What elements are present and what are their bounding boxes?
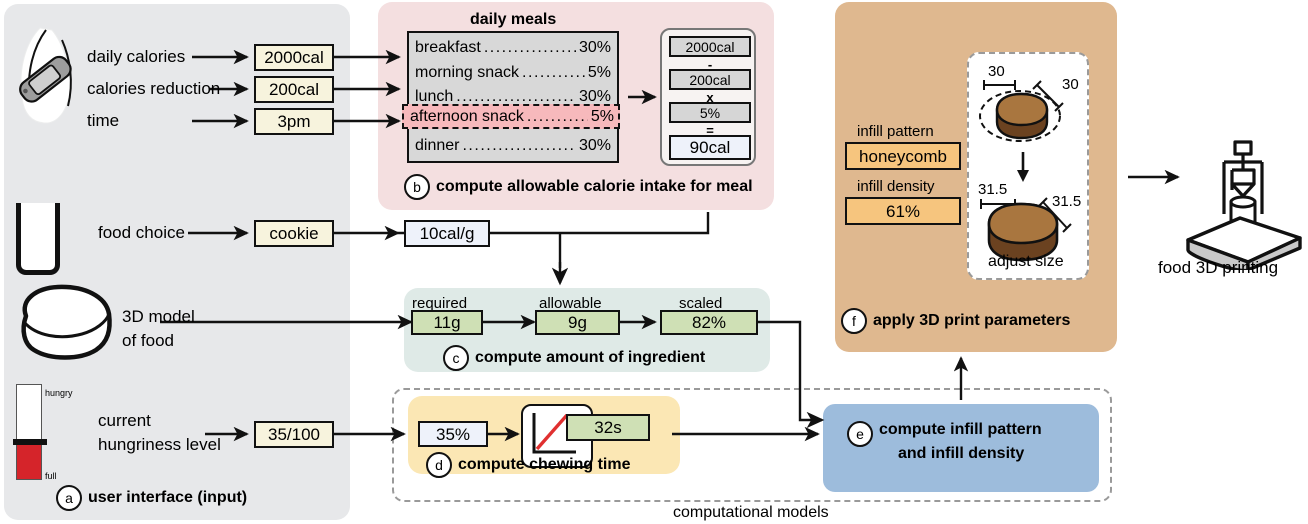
calc-operand-2: 200cal	[669, 69, 751, 90]
calc-operand-1: 2000cal	[669, 36, 751, 57]
tag-caption-c: compute amount of ingredient	[475, 349, 706, 366]
list-item: dinner ................................ …	[415, 134, 611, 159]
hungriness-knob[interactable]	[13, 439, 47, 445]
caption-adjust-size: adjust size	[988, 253, 1064, 270]
input-calories-reduction[interactable]: 200cal	[254, 76, 334, 103]
label-time: time	[87, 111, 120, 130]
value-infill-pattern[interactable]: honeycomb	[845, 142, 961, 170]
tag-caption-a: user interface (input)	[88, 489, 248, 506]
meal-percent: 5%	[587, 63, 611, 81]
input-hungriness-level[interactable]: 35/100	[254, 421, 334, 448]
tag-panel-c: c compute amount of ingredient	[443, 345, 705, 371]
cup-outline	[16, 203, 60, 275]
list-item: morning snack ..........................…	[415, 61, 611, 86]
dim-before-width: 30	[988, 63, 1005, 80]
tag-panel-a: a user interface (input)	[56, 485, 247, 511]
dot-leader: ................................	[522, 63, 585, 81]
value-chewing-time[interactable]: 32s	[566, 414, 650, 441]
label-hungriness-line1: current	[98, 411, 151, 430]
label-computational-models: computational models	[673, 504, 829, 521]
highlighted-meal-content: afternoon snack ........................…	[410, 105, 614, 128]
list-item: breakfast ..............................…	[415, 36, 611, 61]
hungriness-fill	[17, 445, 41, 479]
meal-name: afternoon snack	[410, 107, 524, 125]
tag-panel-f: f apply 3D print parameters	[841, 308, 1070, 334]
input-daily-calories[interactable]: 2000cal	[254, 44, 334, 71]
tag-letter-f: f	[841, 308, 867, 334]
dim-after-width: 31.5	[978, 181, 1008, 198]
meal-percent: 30%	[578, 39, 611, 56]
input-food-choice[interactable]: cookie	[254, 220, 334, 247]
label-infill-pattern: infill pattern	[857, 123, 934, 140]
tag-letter-a: a	[56, 485, 82, 511]
tag-letter-b: b	[404, 174, 430, 200]
dim-before-depth: 30	[1062, 76, 1079, 93]
label-calories-reduction: calories reduction	[87, 79, 221, 98]
value-hunger-percent[interactable]: 35%	[418, 421, 488, 447]
meal-percent: 5%	[590, 107, 614, 125]
label-3d-model-line2: of food	[122, 331, 174, 350]
input-time[interactable]: 3pm	[254, 108, 334, 135]
label-food-choice: food choice	[98, 223, 185, 242]
tag-caption-f: apply 3D print parameters	[873, 312, 1071, 329]
tag-panel-b: b compute allowable calorie intake for m…	[404, 174, 753, 200]
label-daily-calories: daily calories	[87, 47, 186, 66]
calc-operand-3: 5%	[669, 102, 751, 123]
tag-caption-e-line1: compute infill pattern	[879, 421, 1042, 438]
smartwatch-icon	[19, 27, 72, 124]
label-hungriness-line2: hungriness level	[98, 435, 221, 454]
label-infill-density: infill density	[857, 178, 935, 195]
food-cup-icon	[16, 203, 60, 275]
dot-leader: ................................	[462, 137, 576, 154]
meal-name: breakfast	[415, 39, 481, 56]
energy-density-box: 10cal/g	[404, 220, 490, 247]
meal-name: morning snack	[415, 63, 520, 81]
caption-food-3d-printing: food 3D printing	[1158, 258, 1279, 277]
meal-percent: 30%	[578, 137, 611, 154]
tag-panel-d: d compute chewing time	[426, 452, 630, 478]
label-3d-model-line1: 3D model	[122, 307, 195, 326]
dot-leader: ................................	[483, 39, 576, 56]
tag-caption-d: compute chewing time	[458, 456, 631, 473]
value-required[interactable]: 11g	[411, 310, 483, 335]
calc-result: 90cal	[669, 135, 751, 160]
value-allowable[interactable]: 9g	[535, 310, 620, 335]
tag-letter-c: c	[443, 345, 469, 371]
value-scaled[interactable]: 82%	[660, 310, 758, 335]
diagram-canvas: daily calories calories reduction time 2…	[0, 0, 1308, 524]
daily-meals-list: breakfast ..............................…	[407, 31, 619, 163]
calorie-calculator: 2000cal - 200cal x 5% = 90cal	[660, 28, 756, 166]
dim-after-depth: 31.5	[1052, 193, 1082, 210]
tag-letter-e: e	[847, 421, 873, 447]
label-full: full	[45, 471, 57, 481]
meal-name: dinner	[415, 137, 460, 154]
heading-daily-meals: daily meals	[470, 11, 557, 28]
tag-caption-b: compute allowable calorie intake for mea…	[436, 178, 753, 195]
label-hungry: hungry	[45, 388, 73, 398]
food-3d-model-icon	[21, 284, 112, 360]
food-3d-printer-icon	[1186, 140, 1302, 270]
dot-leader: .........................	[526, 107, 588, 125]
hungriness-slider[interactable]	[13, 384, 47, 480]
tag-letter-d: d	[426, 452, 452, 478]
tag-caption-e-line2: and infill density	[898, 445, 1025, 462]
value-infill-density[interactable]: 61%	[845, 197, 961, 225]
